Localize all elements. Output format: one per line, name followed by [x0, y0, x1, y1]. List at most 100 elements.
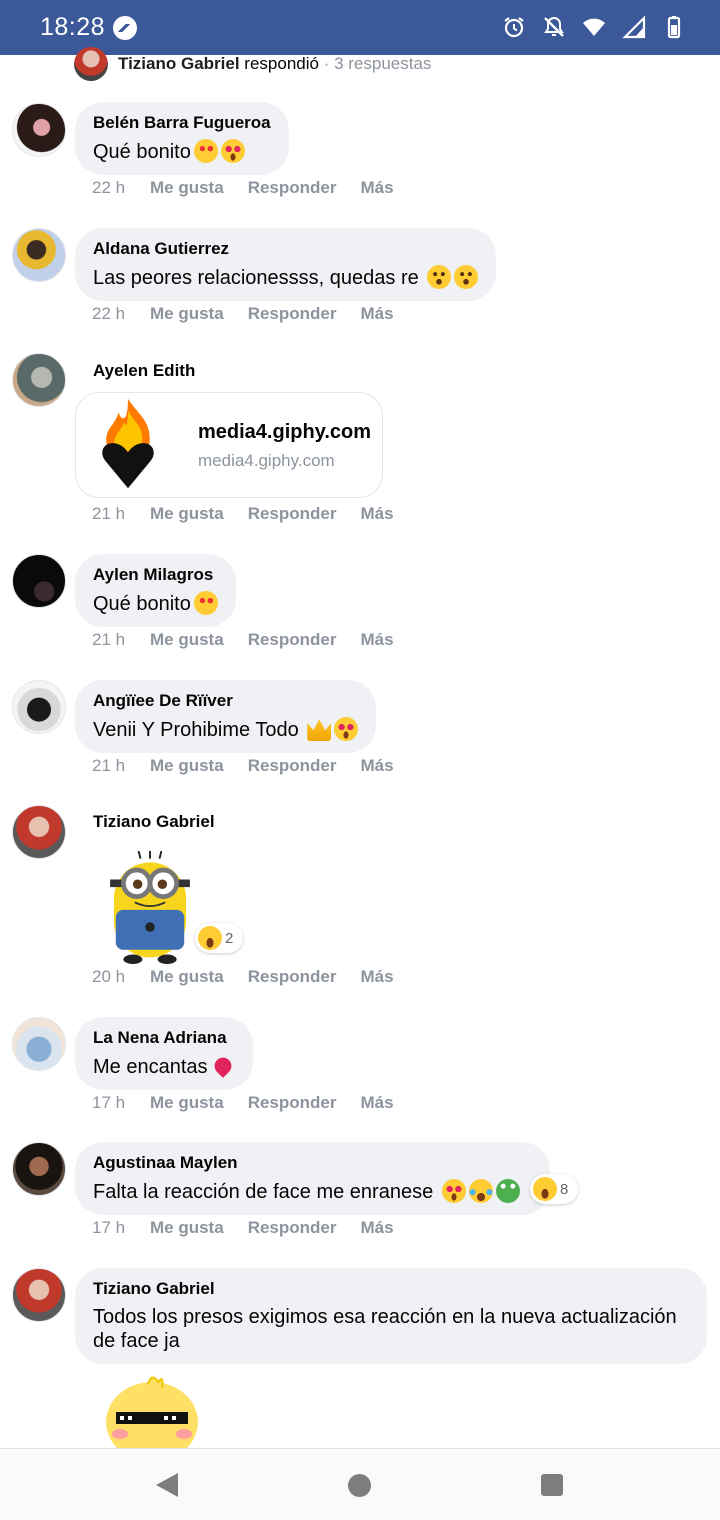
comment-actions: 22 h Me gusta Responder Más [92, 178, 418, 198]
comment-bubble: Ayelen Edith [75, 352, 213, 393]
like-button[interactable]: Me gusta [150, 756, 224, 776]
like-button[interactable]: Me gusta [150, 178, 224, 198]
comment-author[interactable]: Tiziano Gabriel [93, 811, 215, 833]
reply-button[interactable]: Responder [248, 1093, 337, 1113]
comment-time: 17 h [92, 1218, 126, 1237]
like-button[interactable]: Me gusta [150, 304, 224, 324]
more-button[interactable]: Más [360, 1218, 393, 1238]
comment-actions: 21 h Me gusta Responder Más [92, 756, 418, 776]
messenger-icon [113, 16, 137, 40]
laugh-reaction-icon [533, 1177, 557, 1201]
link-title[interactable]: media4.giphy.com [198, 421, 371, 444]
comment-text: Todos los presos exigimos esa reacción e… [93, 1306, 677, 1352]
reply-button[interactable]: Responder [248, 756, 337, 776]
wow-face-icon [454, 265, 479, 289]
like-button[interactable]: Me gusta [150, 504, 224, 524]
more-button[interactable]: Más [360, 630, 393, 650]
two-hearts-icon [210, 1054, 235, 1078]
comment-author[interactable]: Angïïee De Rïïver [93, 690, 358, 712]
battery-icon [667, 16, 681, 39]
avatar[interactable] [12, 1017, 66, 1071]
comment-bubble[interactable]: Tiziano Gabriel Todos los presos exigimo… [75, 1268, 707, 1364]
comment-time: 21 h [92, 756, 126, 775]
crown-icon [307, 719, 332, 741]
signal-icon [622, 15, 646, 39]
reply-count: · 3 respuestas [323, 54, 432, 73]
comment-bubble[interactable]: La Nena Adriana Me encantas [75, 1017, 253, 1090]
back-icon[interactable] [156, 1473, 178, 1497]
home-icon[interactable] [348, 1474, 371, 1497]
wow-face-icon [427, 265, 452, 289]
more-button[interactable]: Más [360, 178, 393, 198]
tears-of-joy-icon [468, 1179, 493, 1203]
more-button[interactable]: Más [360, 756, 393, 776]
comment-text: Me encantas [93, 1054, 235, 1079]
comment-actions: 22 h Me gusta Responder Más [92, 304, 418, 324]
smiling-face-with-hearts-icon [193, 139, 218, 163]
avatar[interactable] [12, 353, 66, 407]
comment-actions: 17 h Me gusta Responder Más [92, 1093, 418, 1113]
comment-bubble[interactable]: Agustinaa Maylen Falta la reacción de fa… [75, 1142, 550, 1215]
comment-author[interactable]: Belén Barra Fugueroa [93, 112, 271, 134]
reaction-count[interactable]: 8 [530, 1174, 579, 1204]
thread-reply-summary[interactable]: Tiziano Gabriel respondió · 3 respuestas [74, 46, 431, 82]
laugh-reaction-icon [198, 926, 222, 950]
comment-time: 21 h [92, 504, 126, 523]
like-button[interactable]: Me gusta [150, 1093, 224, 1113]
reply-button[interactable]: Responder [248, 304, 337, 324]
more-button[interactable]: Más [360, 504, 393, 524]
comment-author[interactable]: Agustinaa Maylen [93, 1152, 520, 1174]
avatar[interactable] [12, 1268, 66, 1322]
comment-author[interactable]: Aldana Gutierrez [93, 238, 478, 260]
reply-button[interactable]: Responder [248, 1218, 337, 1238]
reply-author: Tiziano Gabriel [118, 54, 240, 73]
comment-author[interactable]: La Nena Adriana [93, 1027, 235, 1049]
comment-author[interactable]: Aylen Milagros [93, 564, 218, 586]
avatar[interactable] [12, 103, 66, 157]
avatar[interactable] [12, 1142, 66, 1196]
system-nav-bar [0, 1448, 720, 1520]
link-preview-card[interactable]: media4.giphy.com media4.giphy.com [75, 392, 383, 498]
comment-actions: 17 h Me gusta Responder Más [92, 1218, 418, 1238]
avatar[interactable] [12, 680, 66, 734]
more-button[interactable]: Más [360, 1093, 393, 1113]
reply-button[interactable]: Responder [248, 504, 337, 524]
comment-bubble[interactable]: Aldana Gutierrez Las peores relacionesss… [75, 228, 497, 301]
like-button[interactable]: Me gusta [150, 630, 224, 650]
like-button[interactable]: Me gusta [150, 967, 224, 987]
comment-text: Las peores relacionessss, quedas re [93, 265, 479, 290]
comment-time: 20 h [92, 967, 126, 986]
comment-actions: 21 h Me gusta Responder Más [92, 630, 418, 650]
comment-text: Venii Y Prohibime Todo [93, 717, 359, 742]
comment-bubble[interactable]: Belén Barra Fugueroa Qué bonito [75, 102, 289, 175]
chick-sunglasses-sticker-icon[interactable] [102, 1372, 202, 1452]
comment-actions: 21 h Me gusta Responder Más [92, 504, 418, 524]
avatar[interactable] [12, 228, 66, 282]
more-button[interactable]: Más [360, 967, 393, 987]
more-button[interactable]: Más [360, 304, 393, 324]
comment-text: Qué bonito [93, 139, 271, 164]
avatar[interactable] [12, 805, 66, 859]
reaction-count[interactable]: 2 [195, 923, 244, 953]
comment-author[interactable]: Ayelen Edith [93, 360, 195, 382]
link-domain: media4.giphy.com [198, 451, 335, 470]
heart-eyes-icon [441, 1179, 466, 1203]
minion-sticker-icon[interactable] [102, 851, 198, 965]
reply-button[interactable]: Responder [248, 967, 337, 987]
bell-off-icon [544, 16, 564, 37]
heart-eyes-icon [220, 139, 245, 163]
like-button[interactable]: Me gusta [150, 1218, 224, 1238]
comment-time: 22 h [92, 304, 126, 323]
comment-bubble[interactable]: Angïïee De Rïïver Venii Y Prohibime Todo [75, 680, 377, 753]
recents-icon[interactable] [541, 1474, 563, 1496]
comment-bubble[interactable]: Aylen Milagros Qué bonito [75, 554, 236, 627]
reply-action: respondió [244, 54, 319, 73]
heart-eyes-icon [334, 717, 359, 741]
smiling-face-with-hearts-icon [193, 591, 218, 615]
wifi-icon [583, 18, 605, 36]
reply-button[interactable]: Responder [248, 178, 337, 198]
frog-icon [495, 1179, 520, 1203]
avatar[interactable] [12, 554, 66, 608]
comment-author[interactable]: Tiziano Gabriel [93, 1278, 689, 1300]
reply-button[interactable]: Responder [248, 630, 337, 650]
